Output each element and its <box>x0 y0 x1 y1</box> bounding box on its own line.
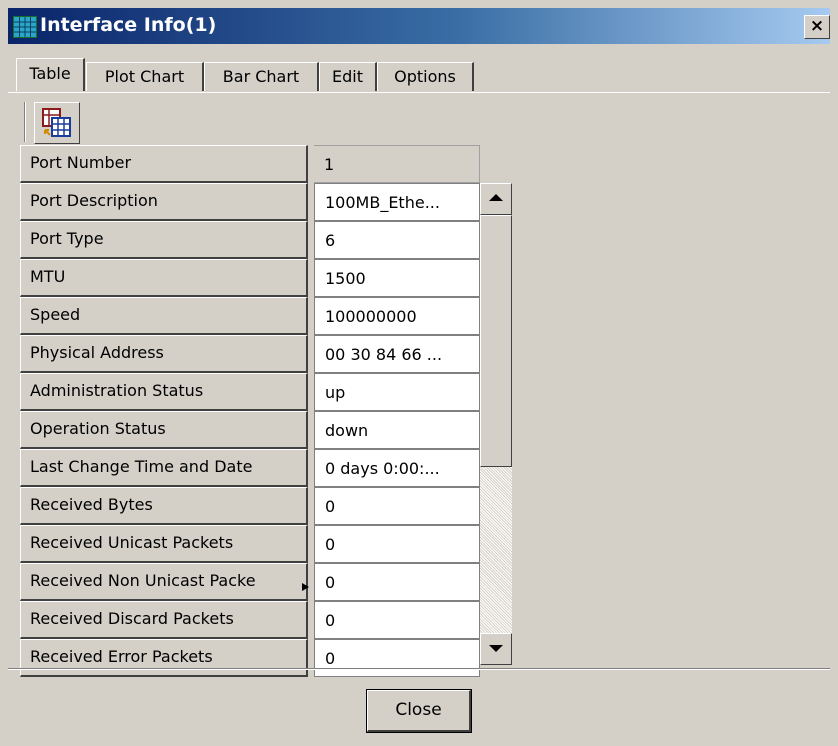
tab-plot-chart[interactable]: Plot Chart <box>86 62 204 91</box>
table-row[interactable]: Last Change Time and Date 0 days 0:00:..… <box>20 449 480 487</box>
table-row[interactable]: Port Description 100MB_Ethe... <box>20 183 480 221</box>
table-row[interactable]: Received Discard Packets 0 <box>20 601 480 639</box>
grid-app-icon <box>13 16 37 38</box>
table-row[interactable]: Port Type 6 <box>20 221 480 259</box>
table-row[interactable]: Received Bytes 0 <box>20 487 480 525</box>
close-button[interactable]: Close <box>366 689 472 733</box>
footer-divider <box>8 668 830 670</box>
row-value[interactable]: 100MB_Ethe... <box>314 183 480 221</box>
row-label: Administration Status <box>20 373 308 411</box>
arrow-down-icon <box>489 645 503 652</box>
close-window-button[interactable]: × <box>804 15 830 39</box>
row-value[interactable]: up <box>314 373 480 411</box>
table-row[interactable]: Received Non Unicast Packe 0 <box>20 563 480 601</box>
table-export-button[interactable] <box>34 102 80 144</box>
row-label: Received Bytes <box>20 487 308 525</box>
row-value[interactable]: 1500 <box>314 259 480 297</box>
table-row[interactable]: MTU 1500 <box>20 259 480 297</box>
row-label: Received Error Packets <box>20 639 308 677</box>
column-resize-icon[interactable] <box>302 583 309 591</box>
table-row[interactable]: Operation Status down <box>20 411 480 449</box>
scroll-down-button[interactable] <box>480 633 512 665</box>
row-value[interactable]: 0 <box>314 525 480 563</box>
port-number-value: 1 <box>314 145 480 183</box>
row-label: Last Change Time and Date <box>20 449 308 487</box>
row-value[interactable]: 0 <box>314 639 480 677</box>
tab-options[interactable]: Options <box>377 62 474 91</box>
row-label: Port Description <box>20 183 308 221</box>
row-label: Physical Address <box>20 335 308 373</box>
row-label: Port Type <box>20 221 308 259</box>
port-number-label: Port Number <box>20 145 308 183</box>
row-value[interactable]: 6 <box>314 221 480 259</box>
table-row[interactable]: Speed 100000000 <box>20 297 480 335</box>
row-value[interactable]: 100000000 <box>314 297 480 335</box>
title-bar[interactable]: Interface Info(1) × <box>8 8 830 44</box>
row-value[interactable]: 0 <box>314 487 480 525</box>
window-title: Interface Info(1) <box>40 14 217 36</box>
tab-divider <box>8 92 830 93</box>
arrow-up-icon <box>489 194 503 201</box>
row-label: Speed <box>20 297 308 335</box>
scroll-up-button[interactable] <box>480 183 512 215</box>
table-header-row: Port Number 1 <box>20 145 480 183</box>
table-row[interactable]: Received Error Packets 0 <box>20 639 480 677</box>
row-value[interactable]: down <box>314 411 480 449</box>
scrollbar-thumb[interactable] <box>480 215 512 467</box>
row-label: MTU <box>20 259 308 297</box>
row-value[interactable]: 0 <box>314 601 480 639</box>
tab-bar-chart[interactable]: Bar Chart <box>204 62 319 91</box>
table-row[interactable]: Administration Status up <box>20 373 480 411</box>
toolbar-grip <box>24 102 26 142</box>
row-value[interactable]: 00 30 84 66 ... <box>314 335 480 373</box>
row-label: Received Discard Packets <box>20 601 308 639</box>
table-row[interactable]: Received Unicast Packets 0 <box>20 525 480 563</box>
row-label: Received Non Unicast Packe <box>20 563 308 601</box>
tab-table[interactable]: Table <box>16 58 85 91</box>
table-row[interactable]: Physical Address 00 30 84 66 ... <box>20 335 480 373</box>
row-value[interactable]: 0 <box>314 563 480 601</box>
interface-info-window: Interface Info(1) × Table Plot Chart Bar… <box>0 0 838 746</box>
row-value[interactable]: 0 days 0:00:... <box>314 449 480 487</box>
tab-edit[interactable]: Edit <box>319 62 377 91</box>
vertical-scrollbar[interactable] <box>480 183 512 665</box>
row-label: Received Unicast Packets <box>20 525 308 563</box>
row-label: Operation Status <box>20 411 308 449</box>
